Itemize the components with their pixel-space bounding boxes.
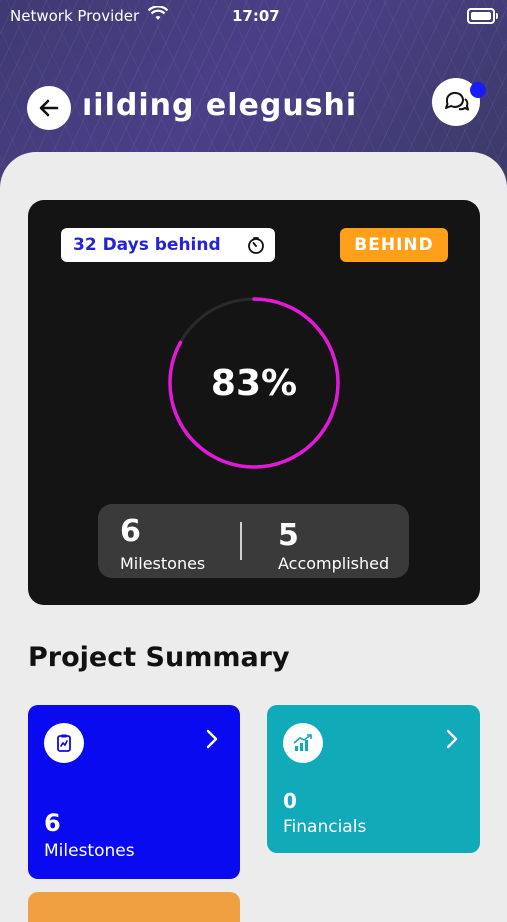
milestone-stats: 6 Milestones 5 Accomplished [98, 504, 409, 578]
growth-chart-icon [283, 723, 323, 763]
chat-button[interactable] [432, 78, 486, 126]
card-label: Milestones [44, 841, 135, 861]
timer-icon [247, 236, 265, 259]
clipboard-chart-icon [44, 723, 84, 763]
section-title: Project Summary [28, 642, 290, 673]
card-label: Financials [283, 817, 367, 837]
progress-ring: 83% [166, 295, 342, 471]
accomplished-count: 5 [278, 518, 299, 553]
clock: 17:07 [232, 7, 280, 25]
notification-dot [470, 82, 486, 98]
milestones-count: 6 [120, 514, 141, 549]
back-button[interactable] [27, 86, 71, 130]
carrier-label: Network Provider [10, 7, 140, 25]
accomplished-label: Accomplished [278, 554, 390, 573]
stats-divider [240, 522, 242, 560]
milestones-label: Milestones [120, 554, 206, 573]
financials-card[interactable]: 0 Financials [267, 705, 480, 853]
days-behind-text: 32 Days behind [73, 235, 221, 255]
status-badge: BEHIND [340, 228, 448, 262]
progress-card: 32 Days behind BEHIND 83% 6 Milestones 5… [28, 200, 480, 605]
wifi-icon [147, 5, 169, 26]
card-count: 6 [44, 809, 61, 837]
battery-icon [467, 8, 498, 24]
days-behind-pill: 32 Days behind [61, 228, 275, 262]
status-bar: Network Provider 17:07 [0, 0, 507, 32]
summary-card-partial[interactable] [28, 892, 240, 922]
chat-bubbles-icon [445, 91, 469, 111]
chevron-right-icon [206, 729, 218, 753]
milestones-card[interactable]: 6 Milestones [28, 705, 240, 879]
chevron-right-icon [446, 729, 458, 753]
card-count: 0 [283, 789, 297, 813]
page-title: ıilding elegushi [82, 88, 358, 123]
arrow-left-icon [39, 99, 59, 117]
progress-percent: 83% [210, 362, 298, 404]
